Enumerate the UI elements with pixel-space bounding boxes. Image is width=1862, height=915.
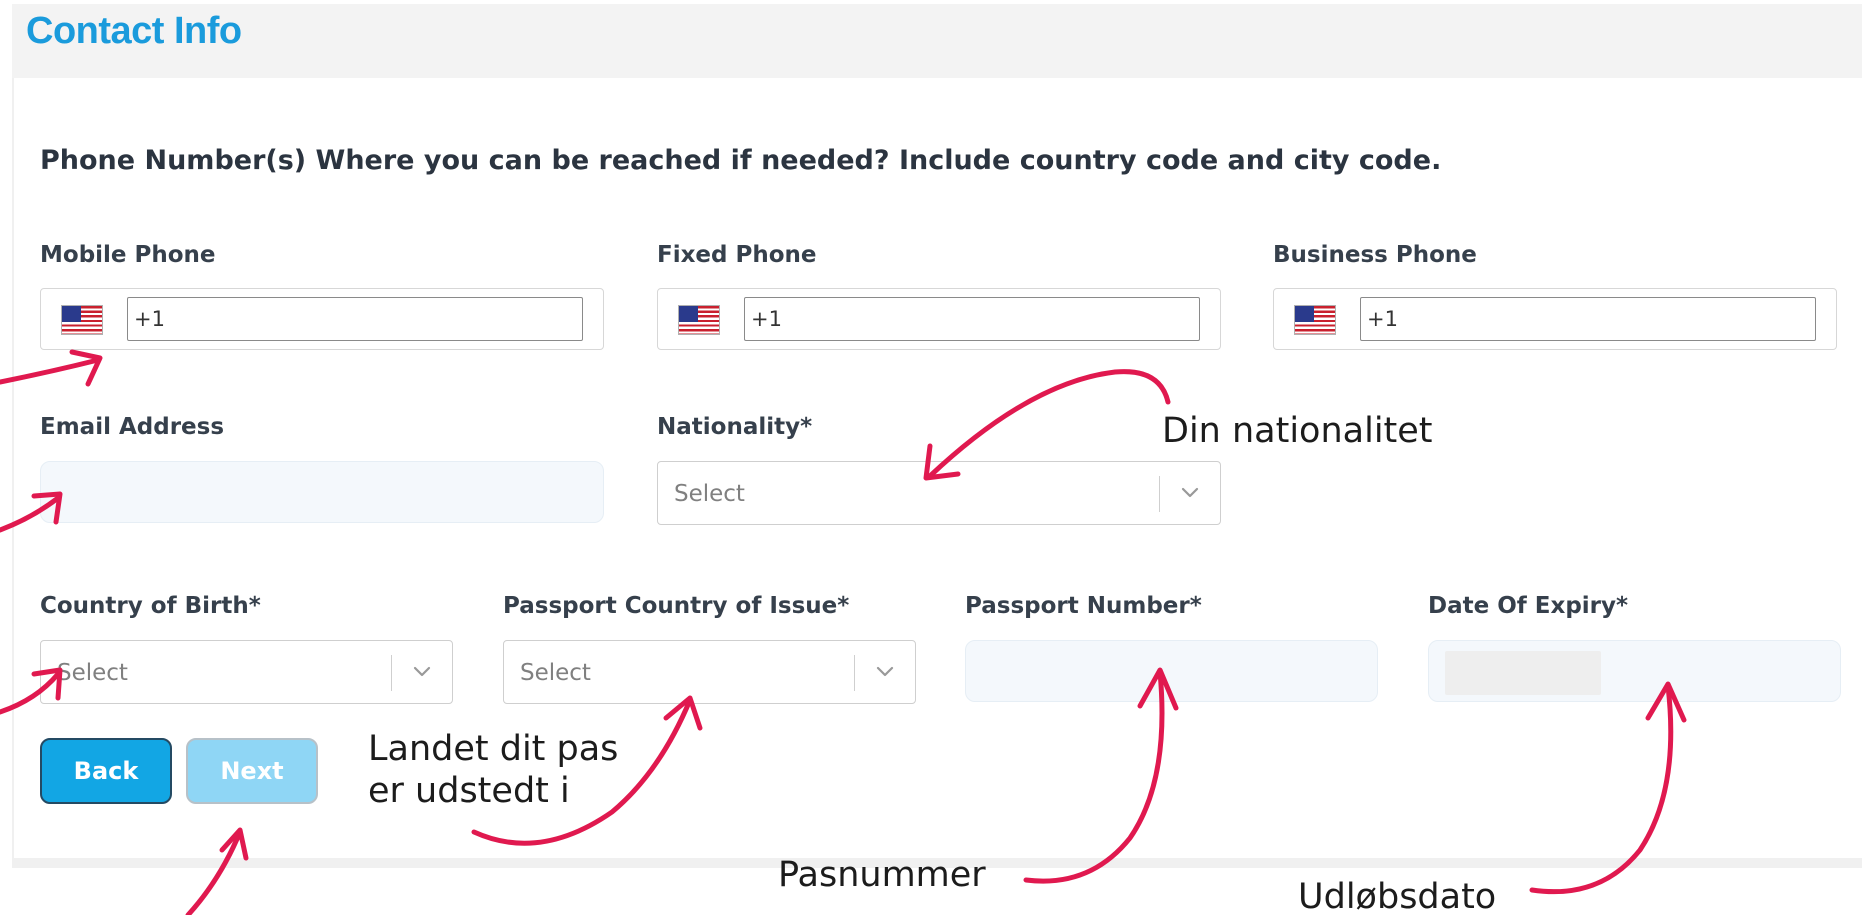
annotation-arrow (471, 697, 693, 846)
annotation-arrow (69, 349, 103, 387)
annotation-arrow (0, 357, 101, 385)
annotation-arrow (185, 829, 243, 915)
annotation-arrow (0, 671, 61, 715)
annotation-arrow (0, 495, 61, 533)
annotation-arrow (1137, 667, 1179, 711)
annotation-arrow (1645, 681, 1687, 723)
contact-info-page: Contact Info Phone Number(s) Where you c… (0, 0, 1862, 915)
annotation-arrows (0, 349, 1687, 915)
annotation-arrow (927, 369, 1171, 479)
